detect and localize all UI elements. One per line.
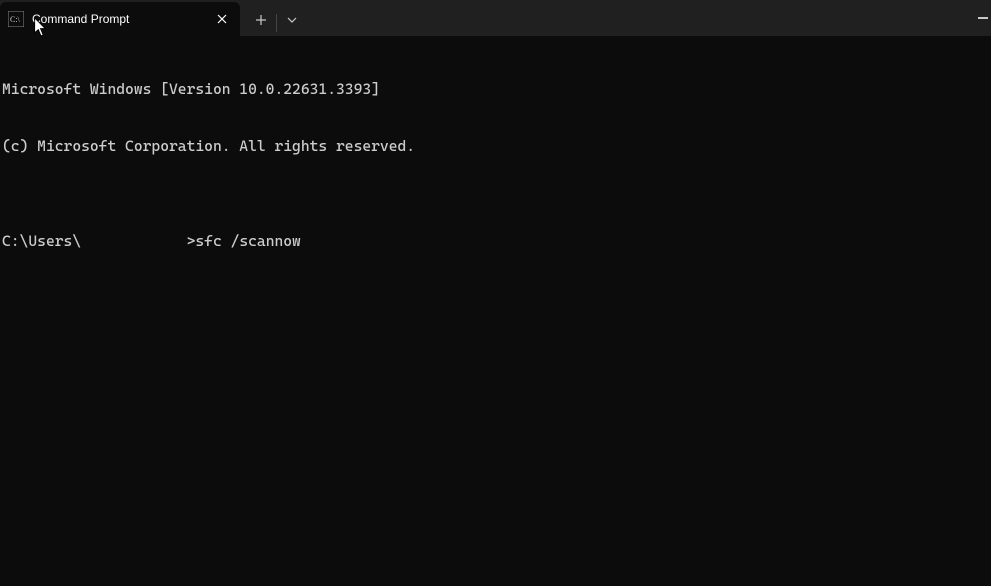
minimize-icon xyxy=(978,17,988,19)
tab-close-button[interactable] xyxy=(212,9,232,29)
chevron-down-icon xyxy=(287,17,297,23)
prompt-symbol: > xyxy=(187,232,196,251)
tab-title: Command Prompt xyxy=(32,12,212,26)
tab-actions xyxy=(240,0,307,36)
plus-icon xyxy=(255,14,267,26)
active-tab[interactable]: C:\ Command Prompt xyxy=(0,2,240,36)
window-controls xyxy=(977,0,991,36)
svg-text:C:\: C:\ xyxy=(10,15,21,24)
minimize-button[interactable] xyxy=(977,6,989,30)
command-text: sfc /scannow xyxy=(195,232,300,251)
close-icon xyxy=(217,14,227,24)
cmd-icon: C:\ xyxy=(8,11,24,27)
terminal-line-version: Microsoft Windows [Version 10.0.22631.33… xyxy=(2,80,989,99)
terminal-output[interactable]: Microsoft Windows [Version 10.0.22631.33… xyxy=(0,36,991,272)
terminal-prompt-line: C:\Users\ >sfc /scannow xyxy=(2,232,989,251)
titlebar: C:\ Command Prompt xyxy=(0,0,991,36)
new-tab-button[interactable] xyxy=(246,5,276,35)
tab-dropdown-button[interactable] xyxy=(277,5,307,35)
terminal-line-copyright: (c) Microsoft Corporation. All rights re… xyxy=(2,137,989,156)
prompt-gap xyxy=(81,232,186,251)
prompt-path: C:\Users\ xyxy=(2,232,81,251)
